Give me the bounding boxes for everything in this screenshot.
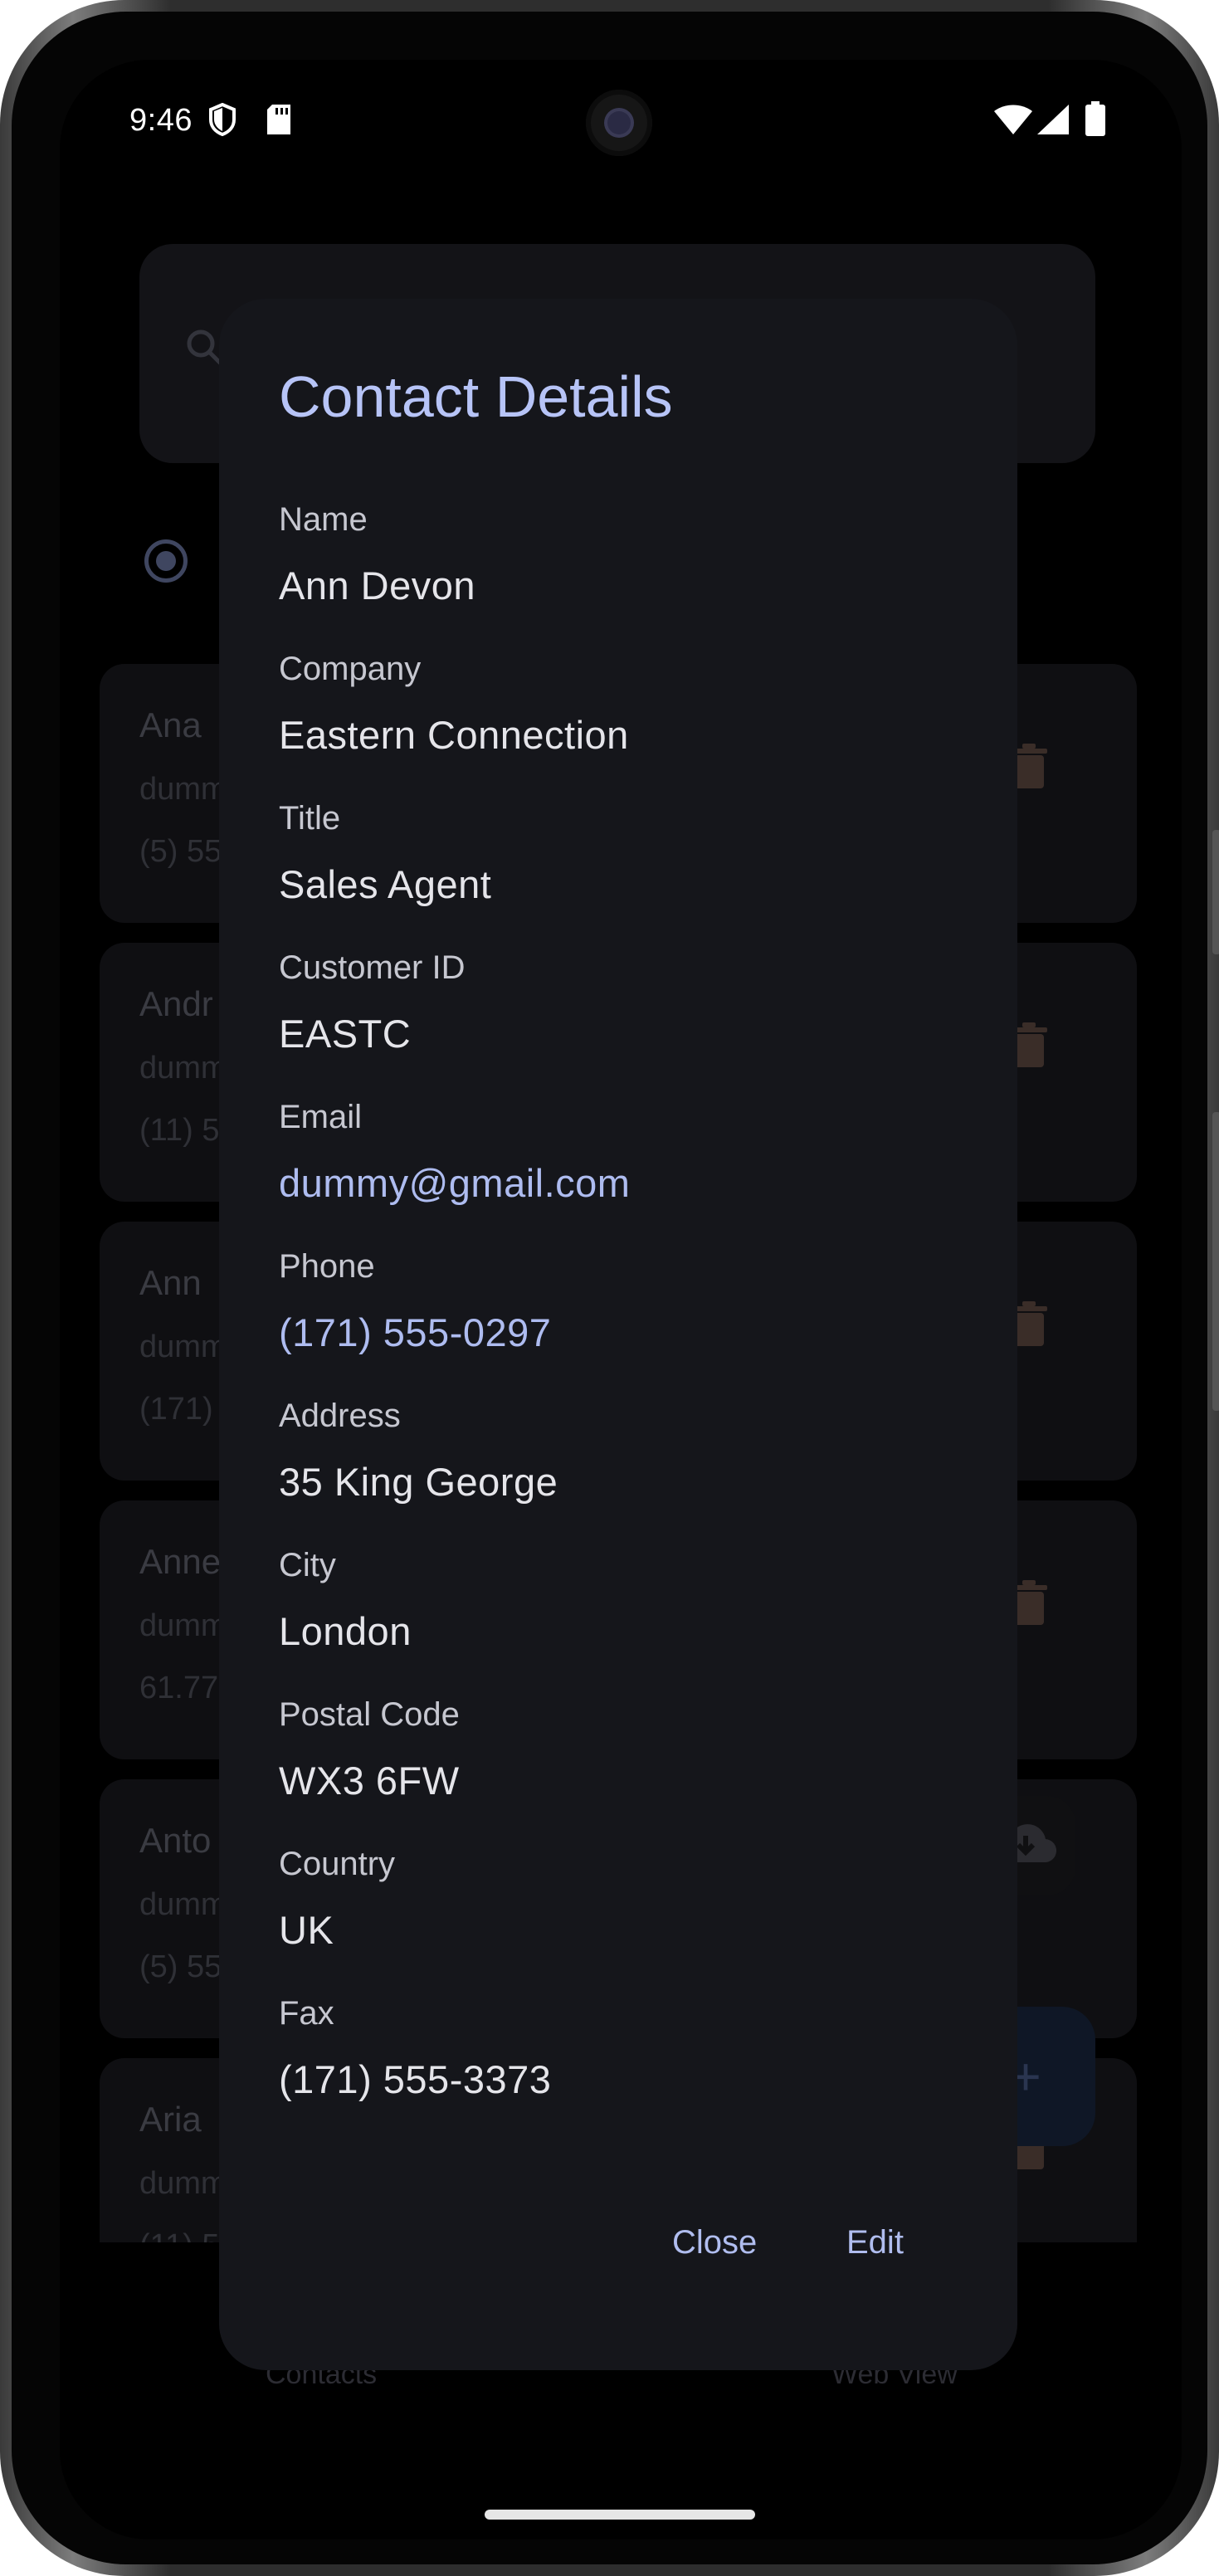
field-value-customer-id: EASTC <box>279 1012 412 1056</box>
search-icon <box>184 327 224 371</box>
shield-icon <box>207 102 237 140</box>
card-email: dumm <box>139 1051 227 1086</box>
field-value-fax: (171) 555-3373 <box>279 2057 552 2101</box>
status-bar: 9:46 <box>60 60 1182 184</box>
card-phone: (5) 55 <box>139 834 222 869</box>
card-phone: (11) 5 <box>139 1113 220 1148</box>
card-name: Anne <box>139 1542 222 1581</box>
sd-card-icon <box>266 105 292 139</box>
phone-link[interactable]: (171) 555-0297 <box>279 1310 551 1355</box>
field-label-email: Email <box>279 1099 363 1135</box>
field-value-title: Sales Agent <box>279 862 492 906</box>
field-label-name: Name <box>279 501 368 538</box>
screen: Ana dumm (5) 55 Andr dumm (11) 5 Ann dum… <box>60 60 1182 2539</box>
field-label-address: Address <box>279 1398 401 1434</box>
card-name: Anto <box>139 1821 212 1860</box>
card-name: Ann <box>139 1263 202 1302</box>
field-label-fax: Fax <box>279 1995 334 2032</box>
field-value-name: Ann Devon <box>279 564 476 607</box>
field-label-title: Title <box>279 800 341 837</box>
card-name: Ana <box>139 705 202 744</box>
field-value-country: UK <box>279 1908 334 1952</box>
field-value-address: 35 King George <box>279 1460 558 1504</box>
field-value-company: Eastern Connection <box>279 713 629 757</box>
field-label-city: City <box>279 1547 336 1583</box>
card-email: dumm <box>139 1329 227 1364</box>
field-value-city: London <box>279 1609 412 1653</box>
home-indicator[interactable] <box>485 2510 755 2520</box>
card-email: dumm <box>139 1887 227 1922</box>
card-phone: (171) <box>139 1392 213 1427</box>
filter-radio-button[interactable] <box>144 539 188 583</box>
front-camera <box>586 90 652 156</box>
wifi-icon <box>994 105 1032 139</box>
status-time: 9:46 <box>129 103 193 138</box>
dialog-title: Contact Details <box>279 364 673 429</box>
field-label-postal-code: Postal Code <box>279 1696 460 1733</box>
card-phone: (5) 55 <box>139 1949 222 1984</box>
email-link[interactable]: dummy@gmail.com <box>279 1160 630 1206</box>
field-label-company: Company <box>279 651 422 687</box>
power-button <box>1212 1112 1219 1411</box>
phone-frame: Ana dumm (5) 55 Andr dumm (11) 5 Ann dum… <box>0 0 1219 2576</box>
card-phone: (11) 5 <box>139 2228 219 2242</box>
card-email: dumm <box>139 1608 227 1643</box>
card-phone: 61.77 <box>139 1671 219 1705</box>
volume-button <box>1212 830 1219 954</box>
close-button[interactable]: Close <box>672 2224 757 2261</box>
card-email: dumm <box>139 2166 227 2201</box>
cellular-signal-icon <box>1037 105 1069 139</box>
battery-icon <box>1085 101 1105 140</box>
phone-bezel: Ana dumm (5) 55 Andr dumm (11) 5 Ann dum… <box>12 12 1207 2564</box>
card-name: Andr <box>139 984 213 1023</box>
field-label-customer-id: Customer ID <box>279 949 466 986</box>
edit-button[interactable]: Edit <box>846 2224 904 2261</box>
card-name: Aria <box>139 2100 202 2139</box>
field-value-postal-code: WX3 6FW <box>279 1759 460 1803</box>
card-email: dumm <box>139 772 227 807</box>
contact-details-dialog: Contact Details Name Ann Devon Company E… <box>219 299 1017 2370</box>
field-label-phone: Phone <box>279 1248 375 1285</box>
field-label-country: Country <box>279 1846 396 1882</box>
